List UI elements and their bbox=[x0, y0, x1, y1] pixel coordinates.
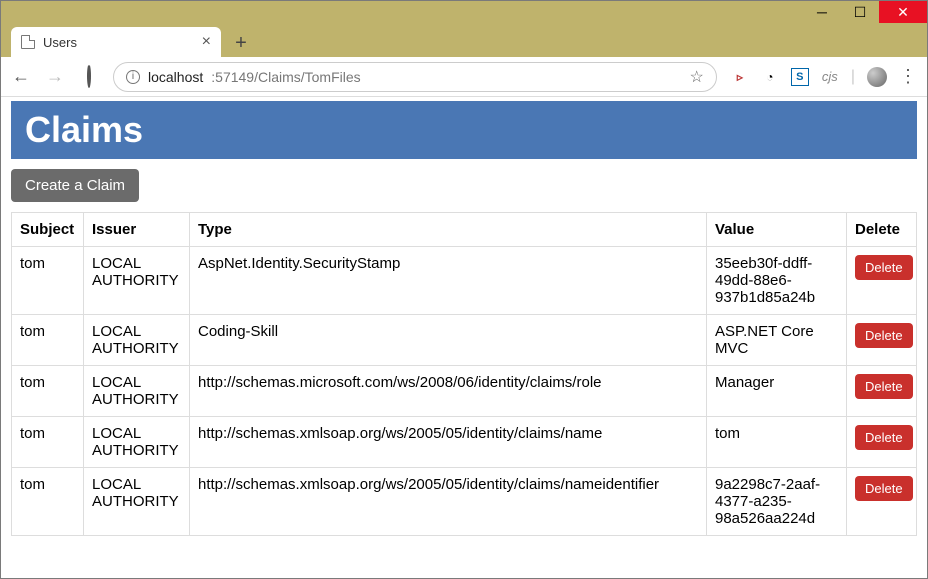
cell-issuer: LOCAL AUTHORITY bbox=[84, 247, 190, 315]
cell-value: 35eeb30f-ddff-49dd-88e6-937b1d85a24b bbox=[707, 247, 847, 315]
back-button[interactable]: ← bbox=[11, 66, 31, 87]
delete-button[interactable]: Delete bbox=[855, 374, 913, 399]
table-row: tomLOCAL AUTHORITYhttp://schemas.xmlsoap… bbox=[12, 468, 917, 536]
cell-delete: Delete bbox=[847, 417, 917, 468]
cell-subject: tom bbox=[12, 366, 84, 417]
cell-type: http://schemas.microsoft.com/ws/2008/06/… bbox=[190, 366, 707, 417]
extension-separator: | bbox=[851, 68, 855, 86]
forward-button[interactable]: → bbox=[45, 66, 65, 87]
browser-menu-button[interactable]: ⋮ bbox=[899, 66, 917, 87]
extensions-area: ▹ ◔ S cjs | ⋮ bbox=[731, 66, 917, 87]
delete-button[interactable]: Delete bbox=[855, 323, 913, 348]
cell-type: Coding-Skill bbox=[190, 315, 707, 366]
cell-value: Manager bbox=[707, 366, 847, 417]
cell-issuer: LOCAL AUTHORITY bbox=[84, 315, 190, 366]
browser-tab-strip: Users × + bbox=[1, 23, 927, 57]
delete-button[interactable]: Delete bbox=[855, 476, 913, 501]
page-viewport: Claims Create a Claim Subject Issuer Typ… bbox=[1, 97, 927, 578]
new-tab-button[interactable]: + bbox=[227, 29, 255, 57]
table-row: tomLOCAL AUTHORITYAspNet.Identity.Securi… bbox=[12, 247, 917, 315]
cell-value: 9a2298c7-2aaf-4377-a235-98a526aa224d bbox=[707, 468, 847, 536]
table-row: tomLOCAL AUTHORITYhttp://schemas.xmlsoap… bbox=[12, 417, 917, 468]
table-row: tomLOCAL AUTHORITYhttp://schemas.microso… bbox=[12, 366, 917, 417]
extension-icon-1[interactable]: ▹ bbox=[731, 68, 749, 86]
window-minimize-button[interactable]: ─ bbox=[803, 1, 841, 23]
create-claim-button[interactable]: Create a Claim bbox=[11, 169, 139, 202]
browser-toolbar: ← → i localhost:57149/Claims/TomFiles ☆ … bbox=[1, 57, 927, 97]
extension-icon-2[interactable]: ◔ bbox=[761, 68, 779, 86]
url-path: :57149/Claims/TomFiles bbox=[211, 69, 360, 85]
cell-delete: Delete bbox=[847, 315, 917, 366]
cell-issuer: LOCAL AUTHORITY bbox=[84, 366, 190, 417]
cell-type: http://schemas.xmlsoap.org/ws/2005/05/id… bbox=[190, 468, 707, 536]
table-row: tomLOCAL AUTHORITYCoding-SkillASP.NET Co… bbox=[12, 315, 917, 366]
extension-cjs[interactable]: cjs bbox=[821, 68, 839, 86]
cell-issuer: LOCAL AUTHORITY bbox=[84, 417, 190, 468]
col-header-subject: Subject bbox=[12, 213, 84, 247]
extension-icon-3[interactable]: S bbox=[791, 68, 809, 86]
table-header-row: Subject Issuer Type Value Delete bbox=[12, 213, 917, 247]
cell-subject: tom bbox=[12, 417, 84, 468]
cell-subject: tom bbox=[12, 468, 84, 536]
bookmark-star-icon[interactable]: ☆ bbox=[690, 67, 704, 87]
site-info-icon[interactable]: i bbox=[126, 70, 140, 84]
cell-delete: Delete bbox=[847, 247, 917, 315]
col-header-type: Type bbox=[190, 213, 707, 247]
col-header-issuer: Issuer bbox=[84, 213, 190, 247]
cell-subject: tom bbox=[12, 315, 84, 366]
cell-type: http://schemas.xmlsoap.org/ws/2005/05/id… bbox=[190, 417, 707, 468]
delete-button[interactable]: Delete bbox=[855, 425, 913, 450]
address-bar[interactable]: i localhost :57149/Claims/TomFiles ☆ bbox=[113, 62, 717, 92]
cell-value: ASP.NET Core MVC bbox=[707, 315, 847, 366]
delete-button[interactable]: Delete bbox=[855, 255, 913, 280]
cell-value: tom bbox=[707, 417, 847, 468]
window-maximize-button[interactable]: ☐ bbox=[841, 1, 879, 23]
cell-type: AspNet.Identity.SecurityStamp bbox=[190, 247, 707, 315]
page-heading: Claims bbox=[11, 101, 917, 159]
cell-delete: Delete bbox=[847, 366, 917, 417]
claims-table: Subject Issuer Type Value Delete tomLOCA… bbox=[11, 212, 917, 536]
reload-button[interactable] bbox=[79, 66, 99, 87]
cell-issuer: LOCAL AUTHORITY bbox=[84, 468, 190, 536]
page-icon bbox=[21, 35, 35, 49]
col-header-value: Value bbox=[707, 213, 847, 247]
browser-tab[interactable]: Users × bbox=[11, 27, 221, 57]
reload-icon bbox=[87, 64, 91, 88]
cell-subject: tom bbox=[12, 247, 84, 315]
profile-avatar[interactable] bbox=[867, 67, 887, 87]
url-host: localhost bbox=[148, 69, 203, 85]
tab-title: Users bbox=[43, 35, 77, 50]
cell-delete: Delete bbox=[847, 468, 917, 536]
window-titlebar: ─ ☐ ✕ bbox=[1, 1, 927, 23]
col-header-delete: Delete bbox=[847, 213, 917, 247]
tab-close-button[interactable]: × bbox=[202, 33, 211, 51]
window-close-button[interactable]: ✕ bbox=[879, 1, 927, 23]
